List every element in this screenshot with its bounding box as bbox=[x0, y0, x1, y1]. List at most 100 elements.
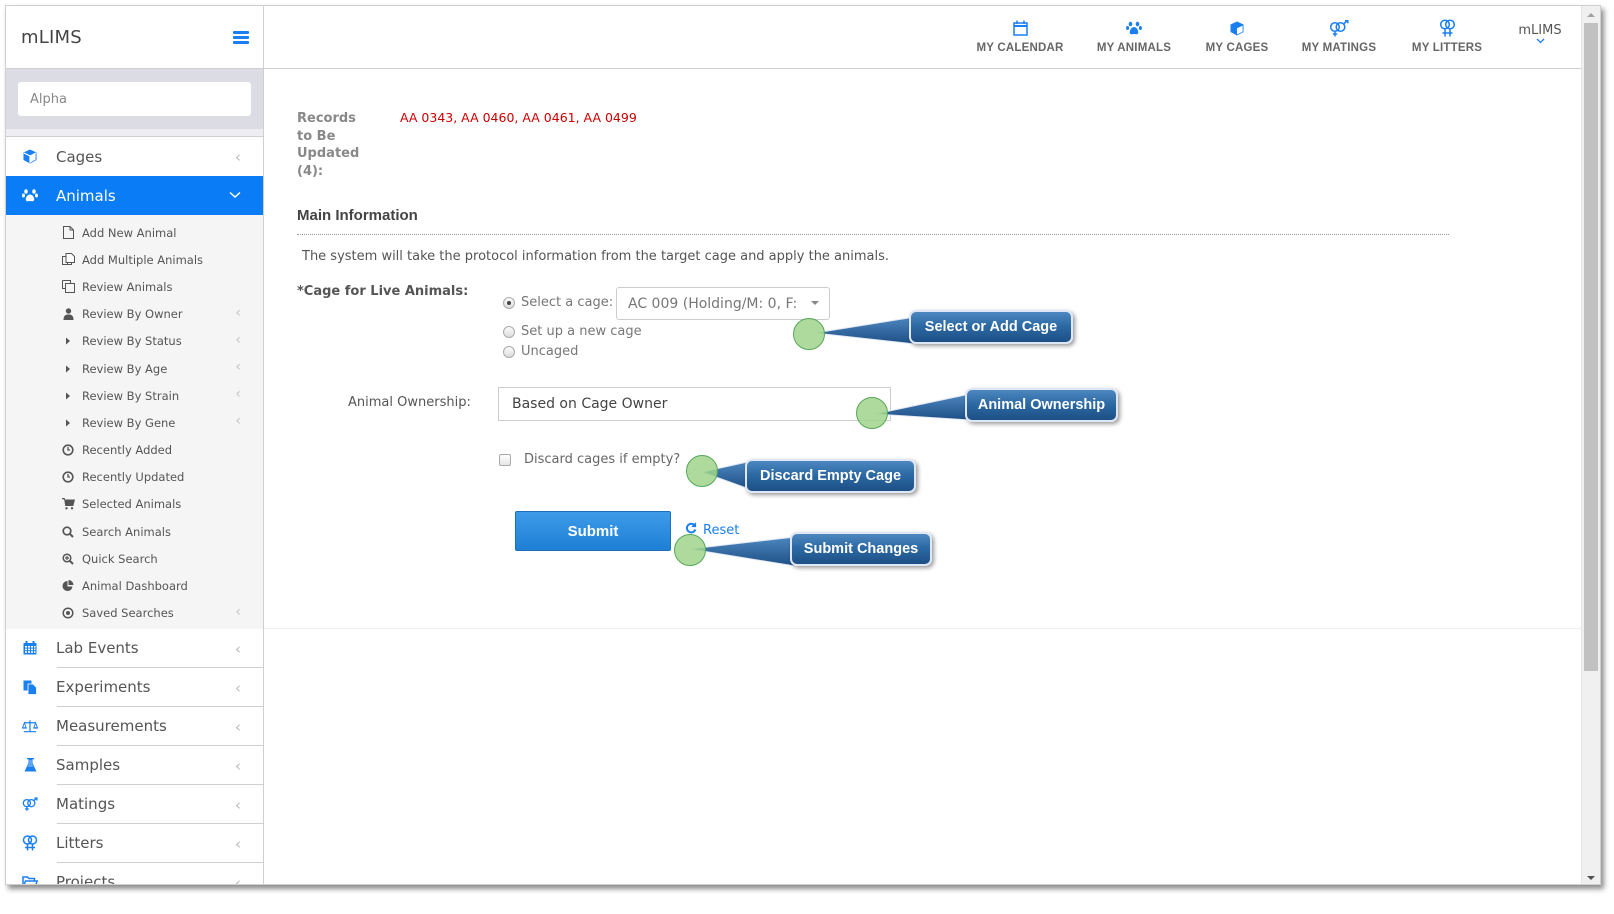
sidebar-item-label: Projects bbox=[56, 873, 116, 885]
reset-link[interactable]: Reset bbox=[685, 522, 739, 538]
refresh-icon bbox=[685, 522, 697, 538]
submenu-item-review-by-age[interactable]: Review By Age ‹ bbox=[6, 355, 263, 382]
mars-venus-icon bbox=[22, 796, 38, 812]
info-text: The system will take the protocol inform… bbox=[302, 249, 890, 264]
top-nav-links: MY CALENDAR MY ANIMALS MY CAGES MY MATIN… bbox=[963, 6, 1581, 69]
vertical-scrollbar[interactable] bbox=[1581, 6, 1600, 884]
reset-label: Reset bbox=[703, 522, 740, 538]
submenu-label: Review By Gene bbox=[82, 415, 176, 430]
cage-select-value: AC 009 (Holding/M: 0, F: bbox=[628, 295, 798, 312]
discard-cages-label: Discard cages if empty? bbox=[524, 452, 681, 467]
submenu-item-search-animals[interactable]: Search Animals bbox=[6, 518, 263, 545]
pie-chart-icon bbox=[61, 579, 75, 593]
submenu-item-add-multiple-animals[interactable]: Add Multiple Animals bbox=[6, 246, 263, 273]
search-icon bbox=[61, 525, 75, 539]
scrollbar-thumb[interactable] bbox=[1584, 23, 1598, 671]
submenu-item-recently-updated[interactable]: Recently Updated bbox=[6, 464, 263, 491]
ownership-value: Based on Cage Owner bbox=[512, 396, 668, 412]
user-menu[interactable]: mLIMS bbox=[1499, 6, 1581, 69]
submenu-label: Review By Strain bbox=[82, 388, 180, 403]
chevron-left-icon: ‹ bbox=[235, 678, 241, 697]
chevron-left-icon: ‹ bbox=[235, 386, 241, 403]
caret-right-icon bbox=[61, 416, 75, 430]
sidebar-search-input[interactable] bbox=[18, 82, 251, 116]
topnav-my-litters[interactable]: MY LITTERS bbox=[1395, 6, 1499, 69]
submenu-label: Review By Status bbox=[82, 334, 182, 349]
chevron-left-icon: ‹ bbox=[235, 148, 241, 166]
sidebar-item-matings[interactable]: Matings ‹ bbox=[6, 785, 263, 824]
sidebar-item-measurements[interactable]: Measurements ‹ bbox=[6, 707, 263, 746]
sidebar-item-label: Animals bbox=[56, 186, 116, 205]
radio-select-cage[interactable]: Select a cage: bbox=[503, 295, 613, 310]
submenu-item-review-by-status[interactable]: Review By Status ‹ bbox=[6, 328, 263, 355]
sidebar-item-label: Litters bbox=[56, 834, 104, 853]
submenu-item-quick-search[interactable]: Quick Search bbox=[6, 545, 263, 572]
radio-button[interactable] bbox=[503, 296, 515, 309]
balance-scale-icon bbox=[22, 718, 38, 734]
dot-circle-icon bbox=[61, 606, 75, 620]
topnav-my-animals[interactable]: MY ANIMALS bbox=[1077, 6, 1191, 69]
submenu-label: Review By Owner bbox=[82, 307, 183, 322]
folder-open-icon bbox=[22, 874, 38, 884]
sidebar-item-projects[interactable]: Projects ‹ bbox=[6, 863, 263, 885]
submit-button[interactable]: Submit bbox=[515, 511, 671, 551]
radio-label: Select a cage: bbox=[521, 295, 614, 310]
file-icon bbox=[61, 226, 75, 240]
cage-field-label: *Cage for Live Animals: bbox=[297, 284, 469, 299]
clone-icon bbox=[61, 280, 75, 294]
chevron-down-icon bbox=[229, 185, 241, 203]
sidebar-item-samples[interactable]: Samples ‹ bbox=[6, 746, 263, 785]
scroll-down-arrow-icon[interactable] bbox=[1582, 869, 1600, 884]
radio-new-cage[interactable]: Set up a new cage bbox=[503, 324, 642, 339]
submenu-label: Saved Searches bbox=[82, 606, 174, 621]
topnav-my-matings[interactable]: MY MATINGS bbox=[1283, 6, 1395, 69]
cart-icon bbox=[61, 497, 75, 511]
scroll-up-arrow-icon[interactable] bbox=[1582, 6, 1600, 23]
radio-button[interactable] bbox=[503, 325, 515, 338]
discard-cages-checkbox-row[interactable]: Discard cages if empty? bbox=[499, 452, 680, 467]
sidebar: mLIMS Cages ‹ Animals bbox=[6, 6, 264, 885]
submenu-item-saved-searches[interactable]: Saved Searches ‹ bbox=[6, 600, 263, 627]
radio-button[interactable] bbox=[503, 345, 515, 358]
sidebar-item-experiments[interactable]: Experiments ‹ bbox=[6, 668, 263, 707]
sidebar-item-cages[interactable]: Cages ‹ bbox=[6, 137, 263, 176]
chevron-left-icon: ‹ bbox=[235, 756, 241, 775]
calendar-icon bbox=[1012, 18, 1028, 38]
discard-cages-checkbox[interactable] bbox=[499, 453, 511, 466]
submenu-item-animal-dashboard[interactable]: Animal Dashboard bbox=[6, 572, 263, 599]
venus-double-icon bbox=[1439, 18, 1456, 38]
submenu-item-review-by-owner[interactable]: Review By Owner ‹ bbox=[6, 301, 263, 328]
sidebar-item-label: Measurements bbox=[56, 717, 167, 736]
submenu-item-review-animals[interactable]: Review Animals bbox=[6, 273, 263, 300]
submenu-item-add-new-animal[interactable]: Add New Animal bbox=[6, 219, 263, 246]
cage-select-dropdown[interactable]: AC 009 (Holding/M: 0, F: bbox=[616, 287, 830, 320]
animals-submenu: Add New Animal Add Multiple Animals Revi… bbox=[6, 215, 263, 629]
menu-toggle-icon[interactable] bbox=[233, 30, 249, 44]
ownership-label: Animal Ownership: bbox=[348, 395, 471, 410]
chevron-left-icon: ‹ bbox=[235, 331, 241, 348]
ownership-select[interactable]: Based on Cage Owner bbox=[498, 387, 891, 421]
submenu-item-recently-added[interactable]: Recently Added bbox=[6, 437, 263, 464]
sidebar-search bbox=[6, 69, 263, 129]
sidebar-item-animals[interactable]: Animals bbox=[6, 176, 263, 215]
submenu-label: Selected Animals bbox=[82, 497, 182, 512]
paw-icon bbox=[22, 188, 38, 204]
flask-icon bbox=[22, 757, 38, 773]
sidebar-item-lab-events[interactable]: Lab Events ‹ bbox=[6, 629, 263, 668]
sidebar-item-label: Samples bbox=[56, 756, 121, 775]
sidebar-item-label: Experiments bbox=[56, 678, 151, 697]
zoom-in-icon bbox=[61, 552, 75, 566]
venus-double-icon bbox=[22, 835, 38, 851]
clock-icon bbox=[61, 470, 75, 484]
chevron-left-icon: ‹ bbox=[235, 639, 241, 658]
radio-uncaged[interactable]: Uncaged bbox=[503, 344, 578, 359]
sidebar-item-litters[interactable]: Litters ‹ bbox=[6, 824, 263, 863]
topnav-my-cages[interactable]: MY CAGES bbox=[1191, 6, 1283, 69]
topnav-my-calendar[interactable]: MY CALENDAR bbox=[963, 6, 1077, 69]
submenu-item-selected-animals[interactable]: Selected Animals bbox=[6, 491, 263, 518]
submenu-item-review-by-strain[interactable]: Review By Strain ‹ bbox=[6, 382, 263, 409]
submenu-item-review-by-gene[interactable]: Review By Gene ‹ bbox=[6, 409, 263, 436]
app-window: mLIMS Cages ‹ Animals bbox=[5, 5, 1601, 885]
copy-icon bbox=[22, 679, 38, 695]
radio-label: Set up a new cage bbox=[521, 324, 642, 339]
